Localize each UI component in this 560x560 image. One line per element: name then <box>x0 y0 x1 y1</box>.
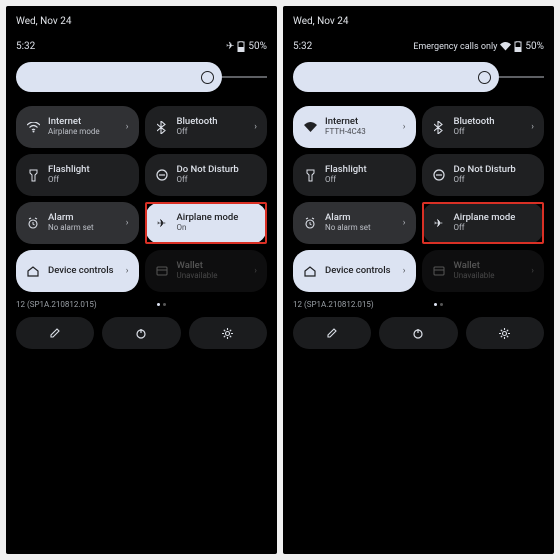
dnd-icon <box>432 169 446 181</box>
status-bar: 5:32 ✈ 50% <box>16 41 267 52</box>
tile-wallet[interactable]: WalletUnavailable › <box>145 250 268 292</box>
alarm-icon <box>303 217 317 229</box>
date-label: Wed, Nov 24 <box>293 16 544 27</box>
date-label: Wed, Nov 24 <box>16 16 267 27</box>
chevron-right-icon: › <box>531 122 534 132</box>
dnd-icon <box>155 169 169 181</box>
airplane-icon: ✈ <box>432 217 446 230</box>
tile-device-controls[interactable]: Device controls › <box>16 250 139 292</box>
bluetooth-icon <box>155 121 169 134</box>
chevron-right-icon: › <box>531 266 534 276</box>
tile-dnd[interactable]: Do Not DisturbOff <box>422 154 545 196</box>
build-label: 12 (SP1A.210812.015) <box>16 300 97 309</box>
battery-icon <box>514 41 522 52</box>
brightness-icon <box>201 71 214 84</box>
time-label: 5:32 <box>16 41 35 52</box>
tile-airplane[interactable]: ✈ Airplane modeOn <box>145 202 268 244</box>
wallet-icon <box>155 266 169 276</box>
airplane-icon: ✈ <box>155 217 169 230</box>
chevron-right-icon: › <box>403 122 406 132</box>
tile-device-controls[interactable]: Device controls › <box>293 250 416 292</box>
power-button[interactable] <box>379 317 457 349</box>
tile-dnd[interactable]: Do Not DisturbOff <box>145 154 268 196</box>
chevron-right-icon: › <box>403 266 406 276</box>
build-label: 12 (SP1A.210812.015) <box>293 300 374 309</box>
time-label: 5:32 <box>293 41 312 52</box>
flashlight-icon <box>303 169 317 182</box>
settings-button[interactable] <box>466 317 544 349</box>
bluetooth-icon <box>432 121 446 134</box>
battery-text: 50% <box>248 41 267 52</box>
page-indicator <box>434 303 443 306</box>
flashlight-icon <box>26 169 40 182</box>
emergency-label: Emergency calls only <box>413 42 497 52</box>
home-icon <box>26 266 40 277</box>
chevron-right-icon: › <box>254 266 257 276</box>
phone-right: Wed, Nov 24 5:32 Emergency calls only 50… <box>283 6 554 554</box>
chevron-right-icon: › <box>126 266 129 276</box>
chevron-right-icon: › <box>126 122 129 132</box>
tile-alarm[interactable]: AlarmNo alarm set › <box>16 202 139 244</box>
page-indicator <box>157 303 166 306</box>
settings-button[interactable] <box>189 317 267 349</box>
power-button[interactable] <box>102 317 180 349</box>
home-icon <box>303 266 317 277</box>
edit-button[interactable] <box>16 317 94 349</box>
wallet-icon <box>432 266 446 276</box>
tile-internet[interactable]: InternetAirplane mode › <box>16 106 139 148</box>
tile-bluetooth[interactable]: BluetoothOff › <box>422 106 545 148</box>
brightness-icon <box>478 71 491 84</box>
tile-flashlight[interactable]: FlashlightOff <box>16 154 139 196</box>
chevron-right-icon: › <box>126 218 129 228</box>
wifi-icon <box>303 122 317 133</box>
tile-alarm[interactable]: AlarmNo alarm set › <box>293 202 416 244</box>
battery-text: 50% <box>525 41 544 52</box>
brightness-slider[interactable] <box>293 62 544 92</box>
chevron-right-icon: › <box>403 218 406 228</box>
tile-wallet[interactable]: WalletUnavailable › <box>422 250 545 292</box>
tile-flashlight[interactable]: FlashlightOff <box>293 154 416 196</box>
tile-airplane[interactable]: ✈ Airplane modeOff <box>422 202 545 244</box>
airplane-status-icon: ✈ <box>226 41 234 52</box>
chevron-right-icon: › <box>254 122 257 132</box>
battery-icon <box>237 41 245 52</box>
tile-internet[interactable]: InternetFTTH-4C43 › <box>293 106 416 148</box>
phone-left: Wed, Nov 24 5:32 ✈ 50% InternetAirplane … <box>6 6 277 554</box>
status-bar: 5:32 Emergency calls only 50% <box>293 41 544 52</box>
tile-bluetooth[interactable]: BluetoothOff › <box>145 106 268 148</box>
wifi-icon <box>26 122 40 133</box>
alarm-icon <box>26 217 40 229</box>
brightness-slider[interactable] <box>16 62 267 92</box>
wifi-status-icon <box>500 42 511 51</box>
edit-button[interactable] <box>293 317 371 349</box>
